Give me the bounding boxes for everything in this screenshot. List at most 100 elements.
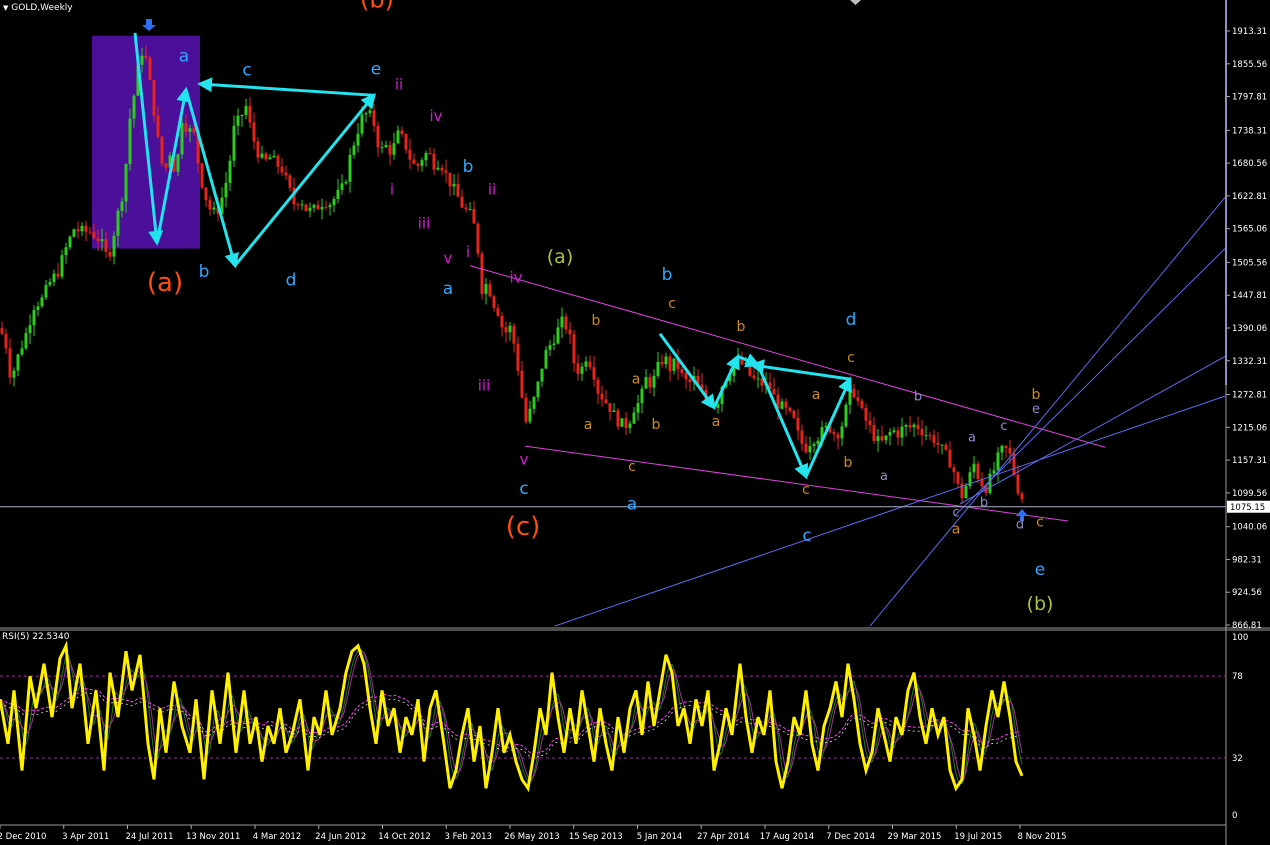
candle-body (604, 399, 608, 404)
candle-body (300, 204, 304, 206)
wave-label: a (443, 279, 453, 299)
candle-body (152, 79, 156, 116)
candle-body (452, 183, 456, 187)
candle-body (104, 239, 108, 252)
candle-body (576, 363, 580, 374)
candle-body (652, 375, 656, 388)
candle-body (880, 436, 884, 441)
candle-body (832, 432, 836, 435)
candle-body (112, 235, 116, 257)
candle-body (488, 284, 492, 297)
candle-body (900, 426, 904, 438)
price-tick-label: 1390.06 (1232, 324, 1267, 334)
wave-label: a (712, 414, 721, 430)
chevron-down-icon[interactable]: ▼ (3, 4, 8, 12)
candle-body (120, 201, 124, 211)
wave-label: b (652, 417, 661, 433)
wave-label: i (390, 181, 394, 199)
wave-label: c (802, 482, 810, 498)
candle-body (868, 420, 872, 426)
candle-body (932, 435, 936, 443)
candle-body (448, 172, 452, 187)
candle-body (748, 362, 752, 376)
wave-label: iv (509, 269, 522, 287)
candle-body (320, 206, 324, 210)
price-tick-label: 1622.81 (1232, 192, 1267, 202)
candle-body (36, 306, 40, 311)
candle-body (232, 125, 236, 161)
candle-body (100, 239, 104, 242)
candle-body (948, 449, 952, 468)
wave-label: a (584, 417, 593, 433)
candle-body (80, 225, 84, 232)
candle-body (40, 297, 44, 307)
candle-body (276, 155, 280, 167)
candle-body (640, 388, 644, 403)
candle-body (16, 354, 20, 371)
candle-body (876, 436, 880, 441)
wave-label: e (371, 59, 381, 79)
candle-body (420, 160, 424, 166)
candle-body (888, 432, 892, 436)
wave-label: iv (429, 107, 442, 125)
candle-body (620, 418, 624, 427)
candle-body (844, 404, 848, 427)
last-price-label: 1075.15 (1230, 503, 1265, 513)
candle-body (940, 444, 944, 446)
candle-body (636, 402, 640, 413)
candle-body (384, 145, 388, 148)
wave-label: a (179, 46, 189, 66)
candle-body (936, 442, 940, 445)
rsi-line (0, 640, 1024, 793)
candle-body (388, 145, 392, 155)
candle-body (992, 470, 996, 474)
rsi-level-label: 100 (1232, 633, 1248, 643)
candle-body (548, 345, 552, 350)
candle-body (108, 251, 112, 257)
chart-title: ▼ GOLD,Weekly (3, 3, 73, 13)
rsi-label: RSI(5) 22.5340 (2, 632, 70, 642)
candle-body (296, 204, 300, 206)
candle-body (128, 118, 132, 165)
candle-body (572, 334, 576, 364)
wave-label: iii (478, 376, 491, 394)
candle-body (808, 446, 812, 453)
candle-body (248, 105, 252, 123)
candle-body (340, 183, 344, 190)
wave-label: a (968, 431, 976, 446)
candle-body (580, 366, 584, 374)
candle-body (628, 423, 632, 428)
candle-body (68, 236, 72, 248)
candle-body (408, 149, 412, 160)
symbol-title: GOLD,Weekly (11, 3, 73, 13)
candle-body (484, 284, 488, 294)
candle-body (552, 343, 556, 346)
time-tick-label: 15 Sep 2013 (569, 832, 623, 842)
time-tick-label: 4 Mar 2012 (253, 832, 301, 842)
candle-body (192, 128, 196, 133)
candle-body (612, 410, 616, 413)
wave-label: ii (488, 181, 496, 199)
candle-body (52, 273, 56, 283)
candle-body (556, 327, 560, 344)
candle-body (352, 145, 356, 155)
candle-body (360, 114, 364, 134)
time-tick-label: 26 May 2013 (504, 832, 559, 842)
candle-body (396, 130, 400, 144)
candle-body (520, 370, 524, 398)
candle-body (308, 207, 312, 211)
candle-body (508, 325, 512, 333)
rsi-level-label: 32 (1232, 754, 1243, 764)
candle-body (500, 315, 504, 328)
wave-label: a (632, 372, 641, 388)
candle-body (560, 316, 564, 328)
candle-body (840, 426, 844, 439)
candle-body (816, 440, 820, 444)
candle-body (4, 333, 8, 349)
candle-body (924, 435, 928, 437)
candle-body (20, 348, 24, 355)
candle-body (668, 356, 672, 371)
wave-label: c (952, 505, 959, 520)
candle-body (324, 206, 328, 208)
wave-label: a (812, 387, 821, 403)
